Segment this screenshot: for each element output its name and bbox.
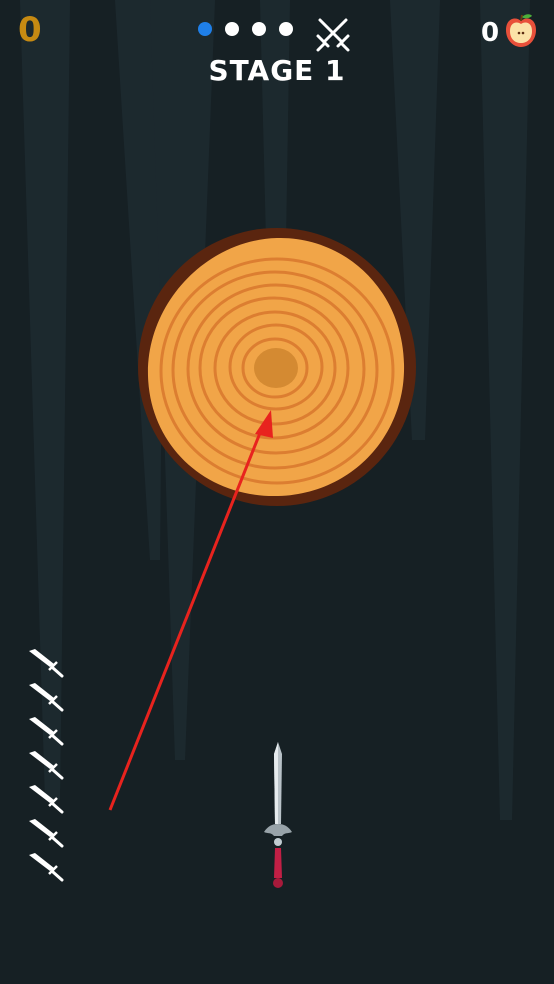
- crossed-swords-icon: [316, 18, 350, 52]
- apple-counter: 0: [481, 18, 500, 48]
- stage-title: STAGE 1: [208, 54, 346, 87]
- game-screen[interactable]: 0 STAGE 1 0: [0, 0, 554, 984]
- remaining-knife-icon: [29, 649, 64, 678]
- remaining-knife-icon: [29, 853, 64, 882]
- remaining-knife-icon: [29, 717, 64, 746]
- remaining-knives: [26, 646, 66, 884]
- remaining-knife-icon: [29, 683, 64, 712]
- apple-icon: [506, 14, 536, 47]
- stage-dot-4: [279, 22, 293, 36]
- score-counter: 0: [18, 10, 42, 50]
- stage-dot-2: [225, 22, 239, 36]
- wood-log-target[interactable]: [136, 226, 418, 508]
- stage-dot-3: [252, 22, 266, 36]
- stage-progress: [198, 22, 293, 36]
- sword-knife[interactable]: [258, 740, 298, 892]
- remaining-knife-icon: [29, 751, 64, 780]
- remaining-knife-icon: [29, 819, 64, 848]
- stage-dot-1: [198, 22, 212, 36]
- remaining-knife-icon: [29, 785, 64, 814]
